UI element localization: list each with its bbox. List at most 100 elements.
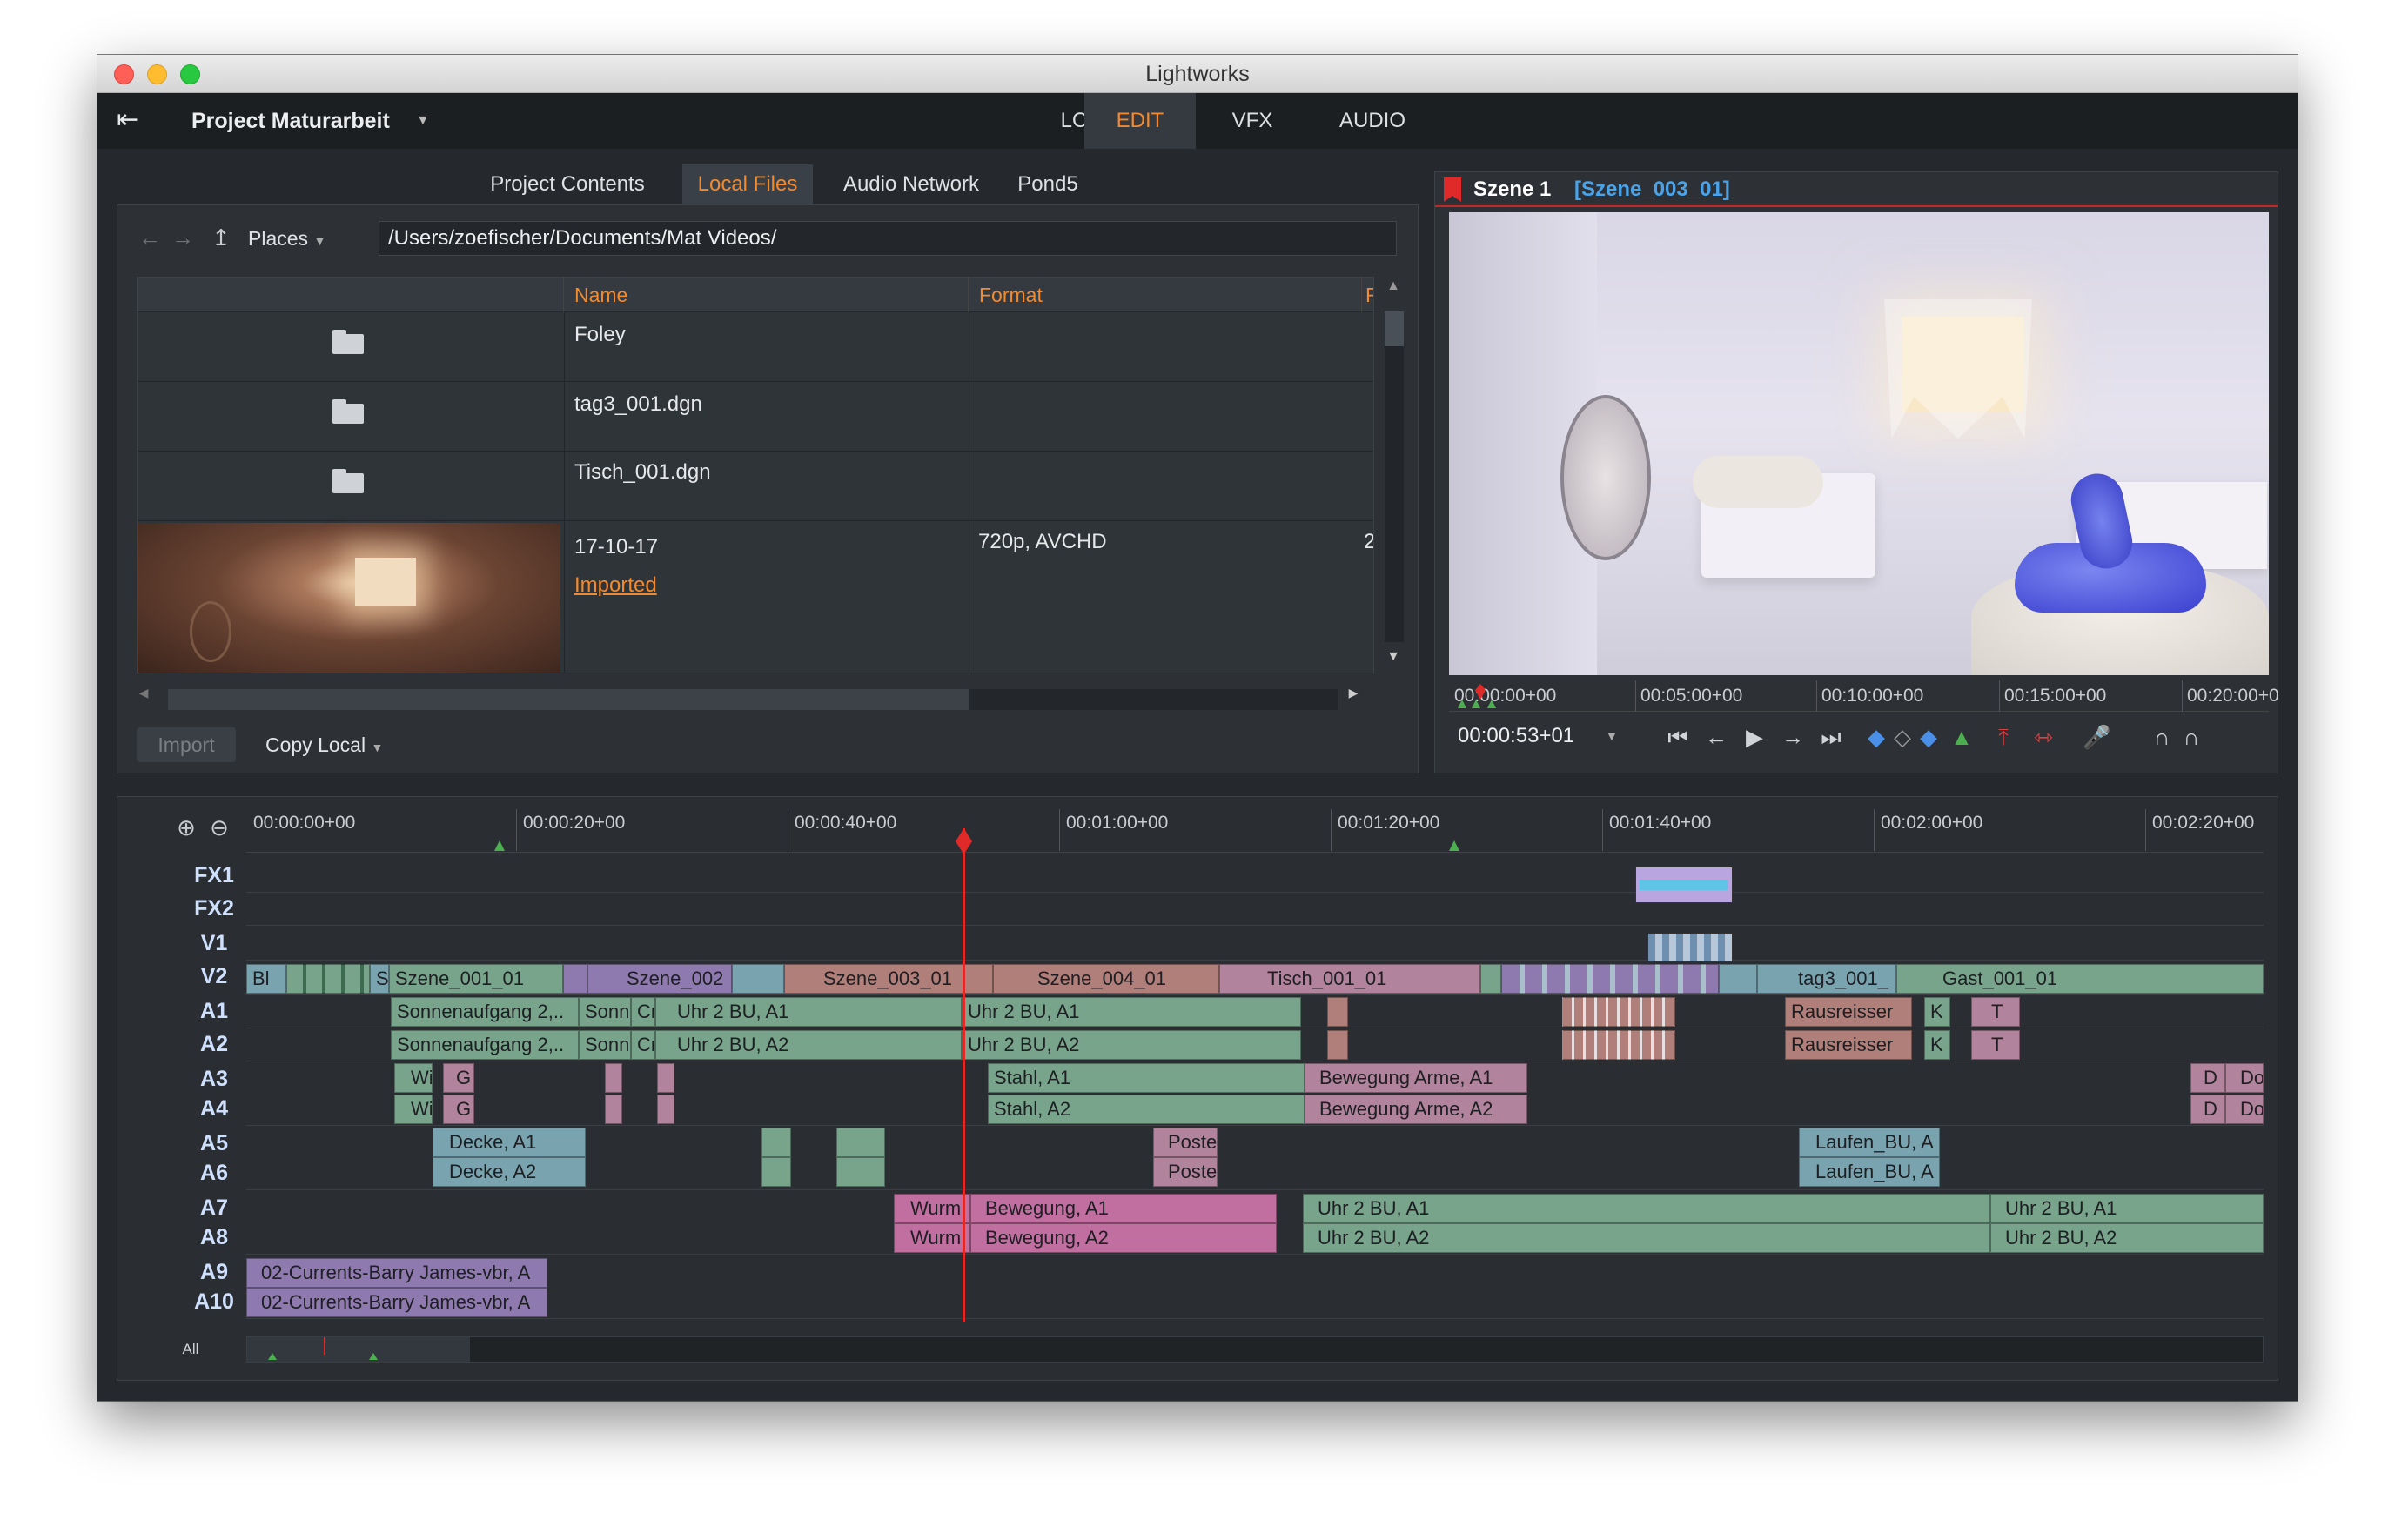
zoom-window-button[interactable]: [180, 64, 200, 84]
a1-clip[interactable]: [1562, 997, 1675, 1027]
track-lane-a9-a10[interactable]: [246, 1255, 2264, 1319]
a4-clip[interactable]: [605, 1095, 622, 1124]
column-format[interactable]: Format: [969, 278, 1362, 312]
vertical-scrollbar[interactable]: ▲ ▼: [1379, 277, 1407, 673]
track-lane-v1[interactable]: [246, 926, 2264, 961]
a5-clip[interactable]: Laufen_BU, A: [1799, 1128, 1940, 1157]
a1-clip[interactable]: Uhr 2 BU, A1: [655, 997, 962, 1027]
a1-clip[interactable]: Sonnenaufgang 2,..: [391, 997, 579, 1027]
a4-clip[interactable]: D: [2190, 1095, 2225, 1124]
horizontal-scroll-track[interactable]: [168, 689, 1338, 710]
minimize-window-button[interactable]: [147, 64, 167, 84]
cue-marker[interactable]: [1449, 840, 1459, 851]
import-button[interactable]: Import: [137, 727, 236, 762]
insert-icon[interactable]: ∩: [2149, 724, 2175, 750]
step-back-icon[interactable]: ←: [1703, 724, 1729, 750]
column-name[interactable]: Name: [564, 278, 969, 312]
up-folder-icon[interactable]: ↥: [208, 224, 234, 251]
a1-clip[interactable]: Cr: [631, 997, 655, 1027]
tab-audio[interactable]: AUDIO: [1325, 93, 1420, 149]
a7-clip[interactable]: Uhr 2 BU, A1: [1990, 1194, 2264, 1223]
lift-icon[interactable]: ⤒: [1990, 724, 2016, 750]
record-voiceover-icon[interactable]: 🎤: [2083, 724, 2110, 750]
v2-clip[interactable]: [1719, 964, 1757, 994]
a6-clip[interactable]: Decke, A2: [433, 1157, 586, 1187]
a3-clip[interactable]: [605, 1063, 622, 1093]
a3-clip[interactable]: Stahl, A1: [988, 1063, 1305, 1093]
a9-clip[interactable]: 02-Currents-Barry James-vbr, A: [246, 1258, 547, 1288]
a4-clip[interactable]: [657, 1095, 674, 1124]
a8-clip[interactable]: Bewegung, A2: [970, 1223, 1277, 1253]
path-field[interactable]: /Users/zoefischer/Documents/Mat Videos/: [379, 221, 1397, 256]
v2-clip[interactable]: Szene_004_01: [993, 964, 1219, 994]
tab-local-files[interactable]: Local Files: [682, 164, 813, 204]
a5-clip[interactable]: Decke, A1: [433, 1128, 586, 1157]
a4-clip[interactable]: Do: [2225, 1095, 2264, 1124]
fx-clip[interactable]: [1635, 867, 1733, 903]
viewer-timecode[interactable]: 00:00:53+01: [1458, 720, 1574, 752]
a1-clip[interactable]: Rausreisser: [1785, 997, 1912, 1027]
table-row[interactable]: Foley: [138, 312, 1373, 382]
cue-marker[interactable]: [494, 840, 505, 851]
a2-clip[interactable]: Rausreisser: [1785, 1030, 1912, 1060]
imported-link[interactable]: Imported: [574, 573, 657, 598]
v2-clip[interactable]: Bl: [246, 964, 286, 994]
a5-clip[interactable]: [761, 1128, 791, 1157]
a4-clip[interactable]: Stahl, A2: [988, 1095, 1305, 1124]
a7-clip[interactable]: Bewegung, A1: [970, 1194, 1277, 1223]
v2-clip[interactable]: [563, 964, 587, 994]
copy-local-dropdown[interactable]: Copy Local ▼: [265, 727, 383, 762]
a3-clip[interactable]: G: [443, 1063, 474, 1093]
add-cue-icon[interactable]: ▲: [1949, 724, 1975, 750]
viewer-ruler[interactable]: 00:00:00+00 00:05:00+00 00:10:00+00 00:1…: [1449, 680, 2279, 712]
a6-clip[interactable]: Poster ab: [1153, 1157, 1218, 1187]
a4-clip[interactable]: Bewegung Arme, A2: [1305, 1095, 1527, 1124]
replace-icon[interactable]: ∩: [2178, 724, 2204, 750]
table-row[interactable]: Tisch_001.dgn: [138, 452, 1373, 521]
a2-clip[interactable]: K: [1924, 1030, 1950, 1060]
a2-clip[interactable]: Uhr 2 BU, A2: [962, 1030, 1301, 1060]
tab-vfx[interactable]: VFX: [1213, 93, 1291, 149]
v2-clip[interactable]: [732, 964, 784, 994]
a4-clip[interactable]: G: [443, 1095, 474, 1124]
close-window-button[interactable]: [114, 64, 134, 84]
scroll-track[interactable]: [1385, 311, 1404, 642]
a6-clip[interactable]: Laufen_BU, A: [1799, 1157, 1940, 1187]
a3-clip[interactable]: Wi: [394, 1063, 433, 1093]
scroll-up-icon[interactable]: ▲: [1379, 278, 1407, 294]
all-tracks-toggle[interactable]: All: [156, 1336, 225, 1363]
a2-clip[interactable]: T: [1971, 1030, 2020, 1060]
a10-clip[interactable]: 02-Currents-Barry James-vbr, A: [246, 1288, 547, 1317]
v2-clip[interactable]: Szene_001_01: [389, 964, 563, 994]
a5-clip[interactable]: [836, 1128, 885, 1157]
a6-clip[interactable]: [836, 1157, 885, 1187]
scroll-down-icon[interactable]: ▼: [1379, 649, 1407, 665]
timeline-overview-bar[interactable]: [246, 1336, 2264, 1363]
v2-clip[interactable]: [1480, 964, 1501, 994]
v2-clip[interactable]: tag3_001_: [1757, 964, 1896, 994]
exit-project-icon[interactable]: ⇤: [117, 105, 148, 135]
a6-clip[interactable]: [761, 1157, 791, 1187]
a1-clip[interactable]: Sonn: [579, 997, 631, 1027]
a2-clip[interactable]: [1327, 1030, 1348, 1060]
track-lane-fx2[interactable]: [246, 893, 2264, 926]
timecode-dropdown-icon[interactable]: ▼: [1606, 720, 1618, 752]
back-icon[interactable]: ←: [137, 224, 163, 251]
play-icon[interactable]: ▶: [1741, 724, 1768, 750]
a3-clip[interactable]: D: [2190, 1063, 2225, 1093]
column-f[interactable]: F: [1362, 278, 1373, 312]
a3-clip[interactable]: Bewegung Arme, A1: [1305, 1063, 1527, 1093]
zoom-in-icon[interactable]: ⊕: [173, 814, 199, 841]
a1-clip[interactable]: Uhr 2 BU, A1: [962, 997, 1301, 1027]
scroll-right-icon[interactable]: ▶: [1345, 686, 1362, 700]
v2-clip[interactable]: Szene_003_01: [784, 964, 993, 994]
v2-clip[interactable]: Gast_001_01: [1896, 964, 2264, 994]
zoom-out-icon[interactable]: ⊖: [206, 814, 232, 841]
project-name[interactable]: Project Maturarbeit: [191, 93, 390, 149]
a2-clip[interactable]: Uhr 2 BU, A2: [655, 1030, 962, 1060]
v2-clip[interactable]: [286, 964, 370, 994]
a7-clip[interactable]: Wurm: [894, 1194, 970, 1223]
v1-clip[interactable]: [1647, 933, 1733, 962]
go-to-end-icon[interactable]: ⏭: [1818, 724, 1844, 750]
scroll-left-icon[interactable]: ◀: [135, 686, 152, 700]
